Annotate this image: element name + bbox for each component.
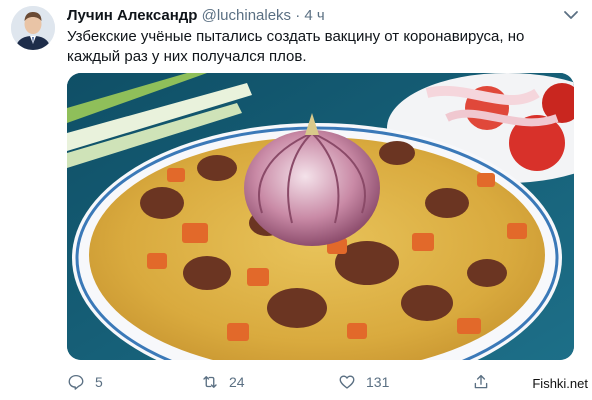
retweet-button[interactable]: 24 <box>201 372 245 392</box>
separator-dot: · <box>295 7 301 24</box>
share-icon <box>474 374 488 389</box>
reply-icon <box>68 374 84 390</box>
like-button[interactable]: 131 <box>338 372 389 392</box>
chevron-down-icon[interactable] <box>562 6 580 24</box>
share-button[interactable] <box>472 372 500 392</box>
reply-button[interactable]: 5 <box>67 372 103 392</box>
retweet-count: 24 <box>229 374 245 390</box>
tweet-actions: 5 24 131 <box>67 372 497 392</box>
tweet-time[interactable]: 4 ч <box>304 7 324 24</box>
tweet-text: Узбекские учёные пытались создать вакцин… <box>67 28 525 65</box>
tweet-header: Лучин Александр @luchinaleks · 4 ч <box>67 6 325 26</box>
tweet-photo[interactable] <box>67 73 574 360</box>
heart-icon <box>339 375 355 389</box>
author-handle[interactable]: @luchinaleks <box>202 7 291 24</box>
author-avatar[interactable] <box>11 6 55 50</box>
author-name[interactable]: Лучин Александр <box>67 7 197 24</box>
reply-count: 5 <box>95 374 103 390</box>
like-count: 131 <box>366 374 390 390</box>
retweet-icon <box>203 376 217 388</box>
avatar-icon <box>11 6 55 50</box>
watermark: Fishki.net <box>532 376 588 391</box>
plov-image <box>67 73 574 360</box>
